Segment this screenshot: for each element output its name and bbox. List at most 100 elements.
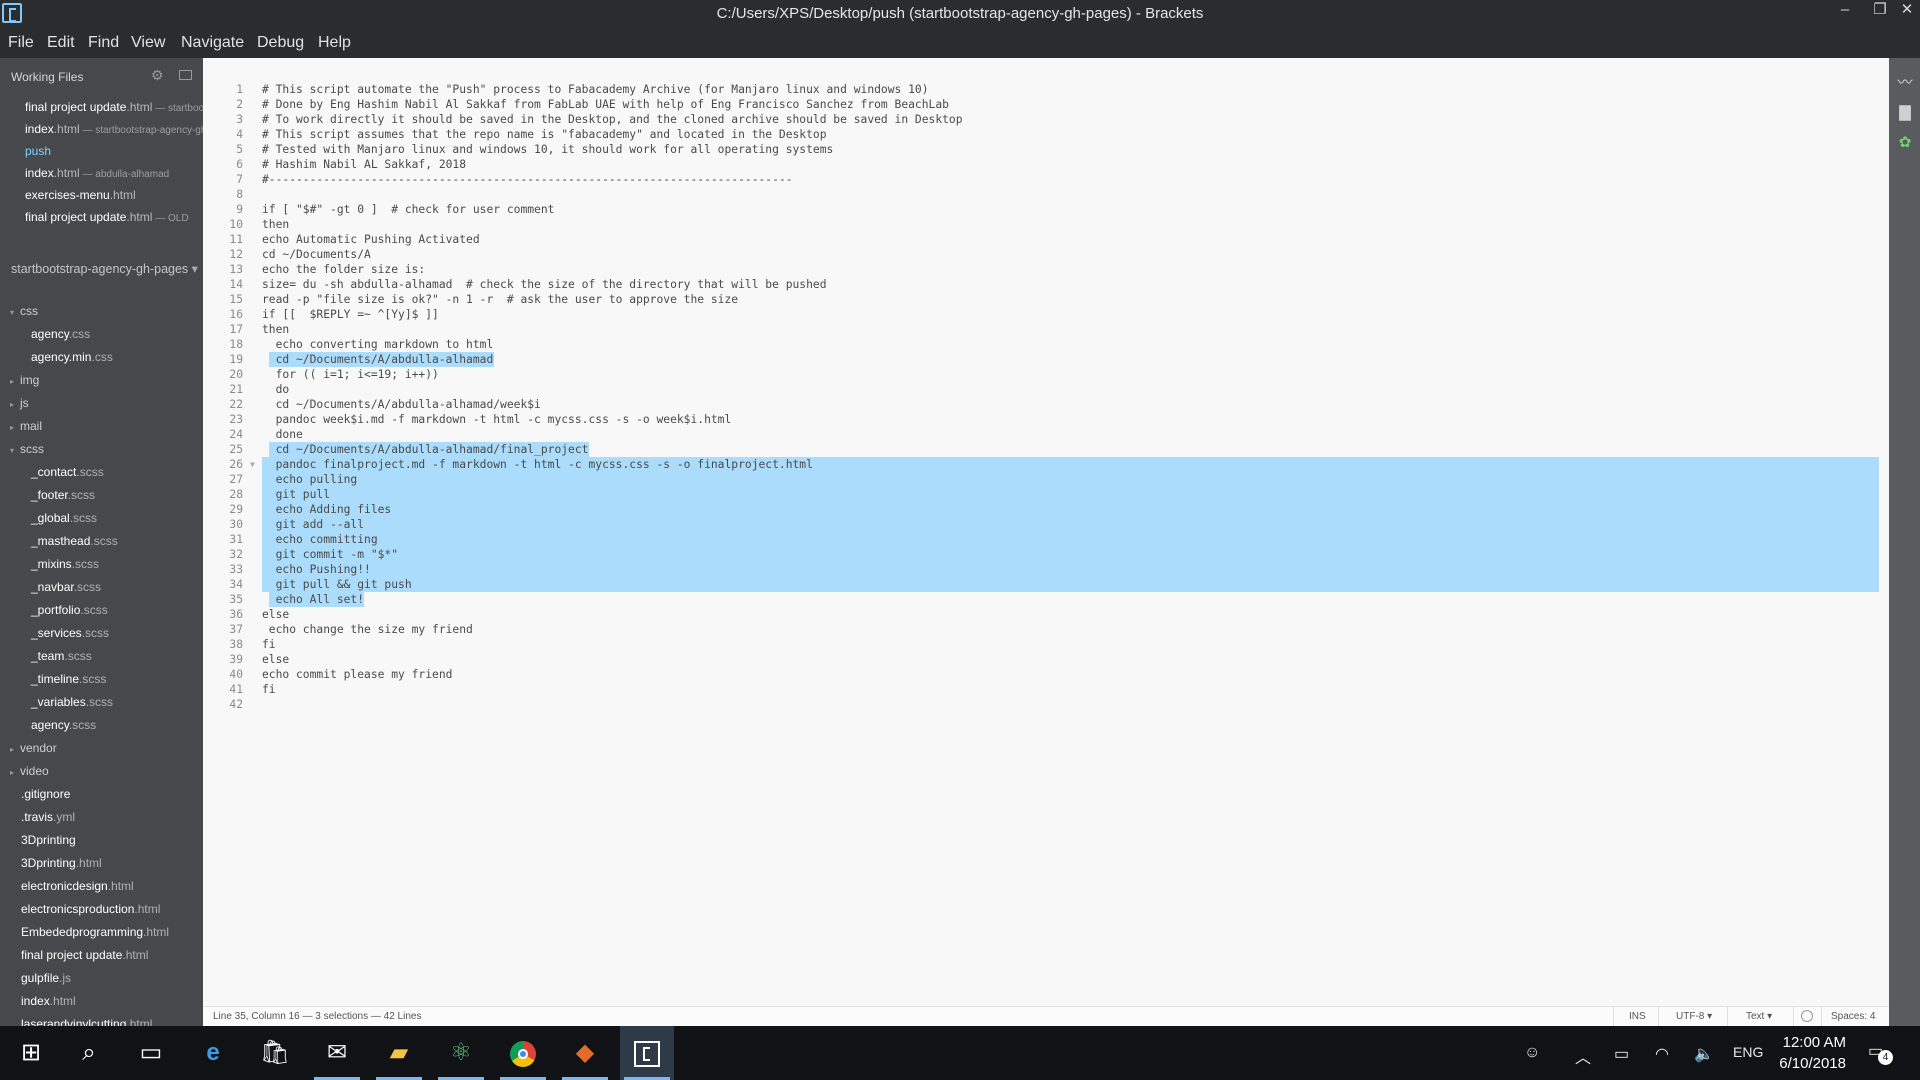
code-line[interactable]: 11 echo Automatic Pushing Activated [203,232,1889,247]
git-app-icon[interactable]: ◆ [558,1026,612,1080]
gear-icon[interactable]: ⚙ [151,67,164,84]
tree-file[interactable]: laserandvinylcutting.html [21,1017,152,1026]
linter-status-icon[interactable] [1801,1010,1813,1022]
code-line[interactable]: 37 echo change the size my friend [203,622,1889,637]
mail-icon[interactable]: ✉ [310,1026,364,1080]
tree-folder[interactable]: ▸ mail [10,419,42,439]
code-line[interactable]: 17 then [203,322,1889,337]
tree-file[interactable]: _variables.scss [31,695,113,715]
insert-mode-toggle[interactable]: INS [1629,1011,1646,1022]
minimize-button[interactable]: – [1830,0,1860,28]
tree-file[interactable]: electronicsproduction.html [21,902,160,922]
chevron-up-icon[interactable]: ︿ [1575,1044,1591,1068]
code-line[interactable]: 30 git add --all [203,517,1889,532]
code-line[interactable]: 1 # This script automate the "Push" proce… [203,82,1889,97]
notification-center-icon[interactable]: ▭ 4 [1868,1041,1893,1065]
tree-file[interactable]: Embededprogramming.html [21,925,169,945]
brackets-app-icon[interactable] [620,1026,674,1080]
indent-spaces[interactable]: Spaces: 4 [1831,1011,1875,1022]
menu-help[interactable]: Help [318,31,351,55]
menu-navigate[interactable]: Navigate [181,31,244,55]
edge-browser-icon[interactable]: e [186,1026,240,1080]
code-line[interactable]: 29 echo Adding files [203,502,1889,517]
code-line[interactable]: 22 cd ~/Documents/A/abdulla-alhamad/week… [203,397,1889,412]
code-line[interactable]: 42 [203,697,1889,712]
chevron-right-icon[interactable]: ▸ [10,768,20,777]
working-file-item[interactable]: index.html — startbootstrap-agency-gh-pa… [25,122,203,142]
tree-folder[interactable]: ▾ scss [10,442,44,462]
working-file-item[interactable]: push [25,144,51,164]
encoding-select[interactable]: UTF-8 ▾ [1676,1011,1712,1022]
code-line[interactable]: 31 echo committing [203,532,1889,547]
close-button[interactable]: ✕ [1892,0,1920,28]
code-line[interactable]: 13 echo the folder size is: [203,262,1889,277]
tree-folder[interactable]: ▾ css [10,304,38,324]
store-icon[interactable]: 🛍 [248,1026,302,1080]
code-line[interactable]: 21 do [203,382,1889,397]
tree-file[interactable]: _portfolio.scss [31,603,108,623]
working-file-item[interactable]: index.html — abdulla-alhamad [25,166,169,186]
code-line[interactable]: 32 git commit -m "$*" [203,547,1889,562]
code-line[interactable]: 14 size= du -sh abdulla-alhamad # check t… [203,277,1889,292]
menu-debug[interactable]: Debug [257,31,304,55]
tree-file[interactable]: _mixins.scss [31,557,99,577]
tree-file[interactable]: agency.min.css [31,350,113,370]
tree-file[interactable]: .gitignore [21,787,70,807]
tree-file[interactable]: index.html [21,994,76,1014]
system-clock[interactable]: 12:00 AM 6/10/2018 [1764,1032,1846,1074]
menu-file[interactable]: File [8,31,34,55]
restore-button[interactable]: ❐ [1865,0,1895,28]
people-icon[interactable]: ☺ [1524,1044,1540,1062]
code-line[interactable]: 20 for (( i=1; i<=19; i++)) [203,367,1889,382]
code-line[interactable]: 18 echo converting markdown to html [203,337,1889,352]
tree-folder[interactable]: ▸ img [10,373,39,393]
chevron-down-icon[interactable]: ▾ [10,446,20,455]
tree-file[interactable]: final project update.html [21,948,148,968]
project-title[interactable]: startbootstrap-agency-gh-pages ▾ [11,261,198,276]
code-line[interactable]: 25 cd ~/Documents/A/abdulla-alhamad/fina… [203,442,1889,457]
chevron-down-icon[interactable]: ▾ [10,308,20,317]
code-line[interactable]: 7 #--------------------------------------… [203,172,1889,187]
extension-manager-icon[interactable]: ▇ [1895,104,1915,122]
working-file-item[interactable]: final project update.html — startbootstr… [25,100,203,120]
chevron-right-icon[interactable]: ▸ [10,745,20,754]
tree-file[interactable]: agency.scss [31,718,96,738]
battery-icon[interactable]: ▭ [1614,1044,1629,1064]
menu-edit[interactable]: Edit [47,31,75,55]
code-line[interactable]: 41 fi [203,682,1889,697]
volume-icon[interactable]: 🔈 [1694,1044,1714,1064]
windows-start-icon[interactable]: ⊞ [4,1026,58,1080]
working-file-item[interactable]: final project update.html — OLD [25,210,189,230]
atom-app-icon[interactable]: ⚛ [434,1026,488,1080]
tree-file[interactable]: _timeline.scss [31,672,106,692]
code-line[interactable]: 16 if [[ $REPLY =~ ^[Yy]$ ]] [203,307,1889,322]
code-line[interactable]: 10 then [203,217,1889,232]
language-select[interactable]: Text ▾ [1746,1011,1772,1022]
code-line[interactable]: 39 else [203,652,1889,667]
code-line[interactable]: 38 fi [203,637,1889,652]
code-line[interactable]: 27 echo pulling [203,472,1889,487]
code-line[interactable]: 26 ▼ pandoc finalproject.md -f markdown -… [203,457,1889,472]
search-icon[interactable]: ⌕ [62,1026,116,1080]
wifi-icon[interactable]: ◠ [1655,1044,1669,1064]
code-line[interactable]: 2 # Done by Eng Hashim Nabil Al Sakkaf fr… [203,97,1889,112]
tree-file[interactable]: _footer.scss [31,488,95,508]
code-line[interactable]: 23 pandoc week$i.md -f markdown -t html … [203,412,1889,427]
tree-file[interactable]: _contact.scss [31,465,104,485]
code-line[interactable]: 36 else [203,607,1889,622]
live-preview-icon[interactable]: 〰 [1895,74,1915,92]
tree-file[interactable]: _team.scss [31,649,92,669]
tree-file[interactable]: _navbar.scss [31,580,101,600]
tree-file[interactable]: _global.scss [31,511,97,531]
chrome-icon[interactable] [496,1026,550,1080]
split-view-icon[interactable] [179,70,192,80]
tree-file[interactable]: 3Dprinting [21,833,76,853]
tree-file[interactable]: _masthead.scss [31,534,118,554]
tree-folder[interactable]: ▸ js [10,396,29,416]
tree-file[interactable]: .travis.yml [21,810,75,830]
menu-find[interactable]: Find [88,31,119,55]
code-line[interactable]: 6 # Hashim Nabil AL Sakkaf, 2018 [203,157,1889,172]
code-line[interactable]: 4 # This script assumes that the repo nam… [203,127,1889,142]
input-language[interactable]: ENG [1733,1044,1763,1060]
fold-arrow-icon[interactable]: ▼ [250,457,255,472]
